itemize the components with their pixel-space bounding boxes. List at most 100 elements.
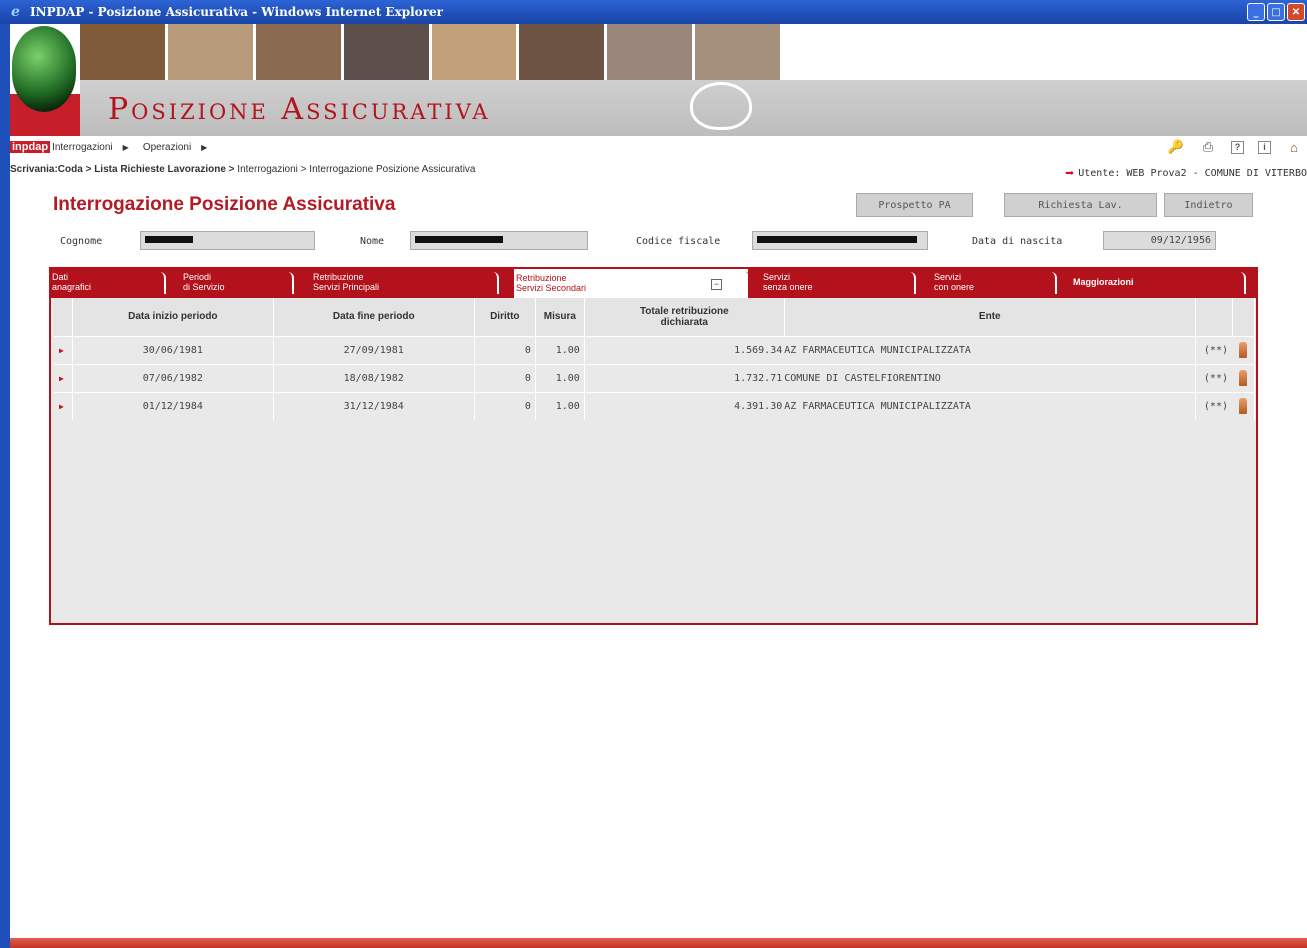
tab-label-line1: Retribuzione <box>313 272 364 282</box>
window-titlebar: e INPDAP - Posizione Assicurativa - Wind… <box>0 0 1307 24</box>
menu-arrow-icon: ▶ <box>201 142 208 152</box>
menu-interrogazioni[interactable]: Interrogazioni ▶ <box>52 142 129 153</box>
table-row[interactable]: ▶ 07/06/1982 18/08/1982 0 1.00 1.732.71 … <box>54 363 1255 392</box>
header-misura[interactable]: Misura <box>535 298 585 336</box>
nome-field[interactable] <box>410 231 588 250</box>
row-arrow-icon: ▶ <box>59 373 64 383</box>
cell-action <box>1232 391 1255 420</box>
cell-diritto: 0 <box>474 391 536 420</box>
codice-fiscale-label: Codice fiscale <box>636 236 721 247</box>
edit-icon[interactable] <box>1239 398 1247 415</box>
tab-label-line2: con onere <box>934 282 975 292</box>
redacted-value <box>415 236 503 243</box>
user-label: Utente: WEB Prova2 - COMUNE DI VITERBO <box>1078 167 1307 179</box>
cell-flag: (**) <box>1195 363 1232 392</box>
tab-label-line2: di Servizio <box>183 282 225 292</box>
banner-photo-strip <box>80 24 780 80</box>
tab-separator <box>286 272 294 294</box>
data-nascita-label: Data di nascita <box>972 236 1063 247</box>
home-icon[interactable]: ⌂ <box>1285 138 1303 156</box>
cell-data-fine: 27/09/1981 <box>273 335 475 364</box>
richiesta-lav-button[interactable]: Richiesta Lav. <box>1004 193 1157 217</box>
internet-explorer-icon: e <box>11 4 20 20</box>
header-totale-line2: dichiarata <box>660 316 708 328</box>
data-nascita-field[interactable]: 09/12/1956 <box>1103 231 1216 250</box>
tab-label-line2: anagrafici <box>52 282 92 292</box>
tab-bar: Dati anagrafici Periodi di Servizio Retr… <box>49 267 1258 299</box>
breadcrumb: Scrivania:Coda > Lista Richieste Lavoraz… <box>10 164 476 175</box>
arrow-right-icon: ➡ <box>1065 164 1075 182</box>
tab-retribuzione-servizi-principali[interactable]: Retribuzione Servizi Principali <box>313 268 483 299</box>
menu-label: Operazioni <box>142 141 192 153</box>
help-icon[interactable]: ? <box>1231 140 1244 154</box>
banner-photo <box>255 24 341 80</box>
results-table: Data inizio periodo Data fine periodo Di… <box>54 298 1255 420</box>
cell-ente: AZ FARMACEUTICA MUNICIPALIZZATA <box>784 335 1196 364</box>
tab-separator <box>1049 272 1057 294</box>
prospetto-pa-button[interactable]: Prospetto PA <box>856 193 973 217</box>
cell-flag: (**) <box>1195 391 1232 420</box>
cell-ente: AZ FARMACEUTICA MUNICIPALIZZATA <box>784 391 1196 420</box>
logo-text: inpdap <box>10 141 51 153</box>
status-bar <box>10 938 1307 948</box>
indietro-button[interactable]: Indietro <box>1164 193 1253 217</box>
banner-photo <box>343 24 429 80</box>
window-controls: _ □ ✕ <box>1247 3 1305 21</box>
tab-maggiorazioni[interactable]: Maggiorazioni <box>1073 268 1213 299</box>
table-row[interactable]: ▶ 30/06/1981 27/09/1981 0 1.00 1.569.34 … <box>54 335 1255 364</box>
cell-data-inizio: 01/12/1984 <box>72 391 274 420</box>
tab-label-line1: Servizi <box>934 272 962 282</box>
tab-separator <box>158 272 166 294</box>
tab-servizi-con-onere[interactable]: Servizi con onere <box>934 268 1054 299</box>
menu-arrow-icon: ▶ <box>122 142 129 152</box>
header-action-col <box>1232 298 1255 336</box>
header-banner: Posizione Assicurativa <box>10 24 1307 136</box>
redacted-value <box>757 236 917 243</box>
printer-icon[interactable]: ⎙ <box>1199 138 1217 156</box>
tab-retribuzione-servizi-secondari[interactable]: Retribuzione Servizi Secondari − <box>513 268 749 299</box>
cell-data-fine: 31/12/1984 <box>273 391 475 420</box>
header-diritto[interactable]: Diritto <box>474 298 536 336</box>
cell-data-inizio: 07/06/1982 <box>72 363 274 392</box>
header-data-fine[interactable]: Data fine periodo <box>273 298 475 336</box>
tab-servizi-senza-onere[interactable]: Servizi senza onere <box>763 268 893 299</box>
cell-totale: 1.569.34 <box>584 335 785 364</box>
collapse-icon[interactable]: − <box>711 279 722 290</box>
row-arrow-cell: ▶ <box>54 363 73 392</box>
key-icon[interactable]: 🔑 <box>1167 138 1185 156</box>
codice-fiscale-field[interactable] <box>752 231 928 250</box>
banner-photo <box>431 24 517 80</box>
minimize-button[interactable]: _ <box>1247 3 1265 21</box>
tab-separator <box>1238 272 1246 294</box>
tab-label-line1: Maggiorazioni <box>1073 277 1134 287</box>
banner-photo <box>695 24 780 80</box>
banner-photo <box>519 24 605 80</box>
edit-icon[interactable] <box>1239 342 1247 358</box>
row-arrow-icon: ▶ <box>59 345 64 355</box>
info-icon[interactable]: i <box>1258 140 1271 154</box>
banner-photo <box>607 24 693 80</box>
menu-operazioni[interactable]: Operazioni ▶ <box>143 142 208 153</box>
cell-ente: COMUNE DI CASTELFIORENTINO <box>784 363 1196 392</box>
header-totale-line1: Totale retribuzione <box>639 305 729 317</box>
close-button[interactable]: ✕ <box>1287 3 1305 21</box>
maximize-button[interactable]: □ <box>1267 3 1285 21</box>
header-ente[interactable]: Ente <box>784 298 1196 336</box>
cell-data-inizio: 30/06/1981 <box>72 335 274 364</box>
tab-label-line2: senza onere <box>763 282 813 292</box>
breadcrumb-links[interactable]: Scrivania:Coda > Lista Richieste Lavoraz… <box>10 164 235 175</box>
cell-misura: 1.00 <box>535 363 585 392</box>
table-row[interactable]: ▶ 01/12/1984 31/12/1984 0 1.00 4.391.30 … <box>54 391 1255 420</box>
cognome-field[interactable] <box>140 231 315 250</box>
tab-periodi-di-servizio[interactable]: Periodi di Servizio <box>183 268 293 299</box>
banner-photo <box>80 24 165 80</box>
cell-diritto: 0 <box>474 363 536 392</box>
tab-dati-anagrafici[interactable]: Dati anagrafici <box>52 268 152 299</box>
edit-icon[interactable] <box>1239 370 1247 386</box>
cell-totale: 4.391.30 <box>584 391 785 420</box>
header-totale[interactable]: Totale retribuzione dichiarata <box>584 298 785 336</box>
table-header-row: Data inizio periodo Data fine periodo Di… <box>54 298 1255 336</box>
tab-label-line1: Dati <box>52 272 69 282</box>
row-arrow-cell: ▶ <box>54 391 73 420</box>
header-data-inizio[interactable]: Data inizio periodo <box>72 298 274 336</box>
